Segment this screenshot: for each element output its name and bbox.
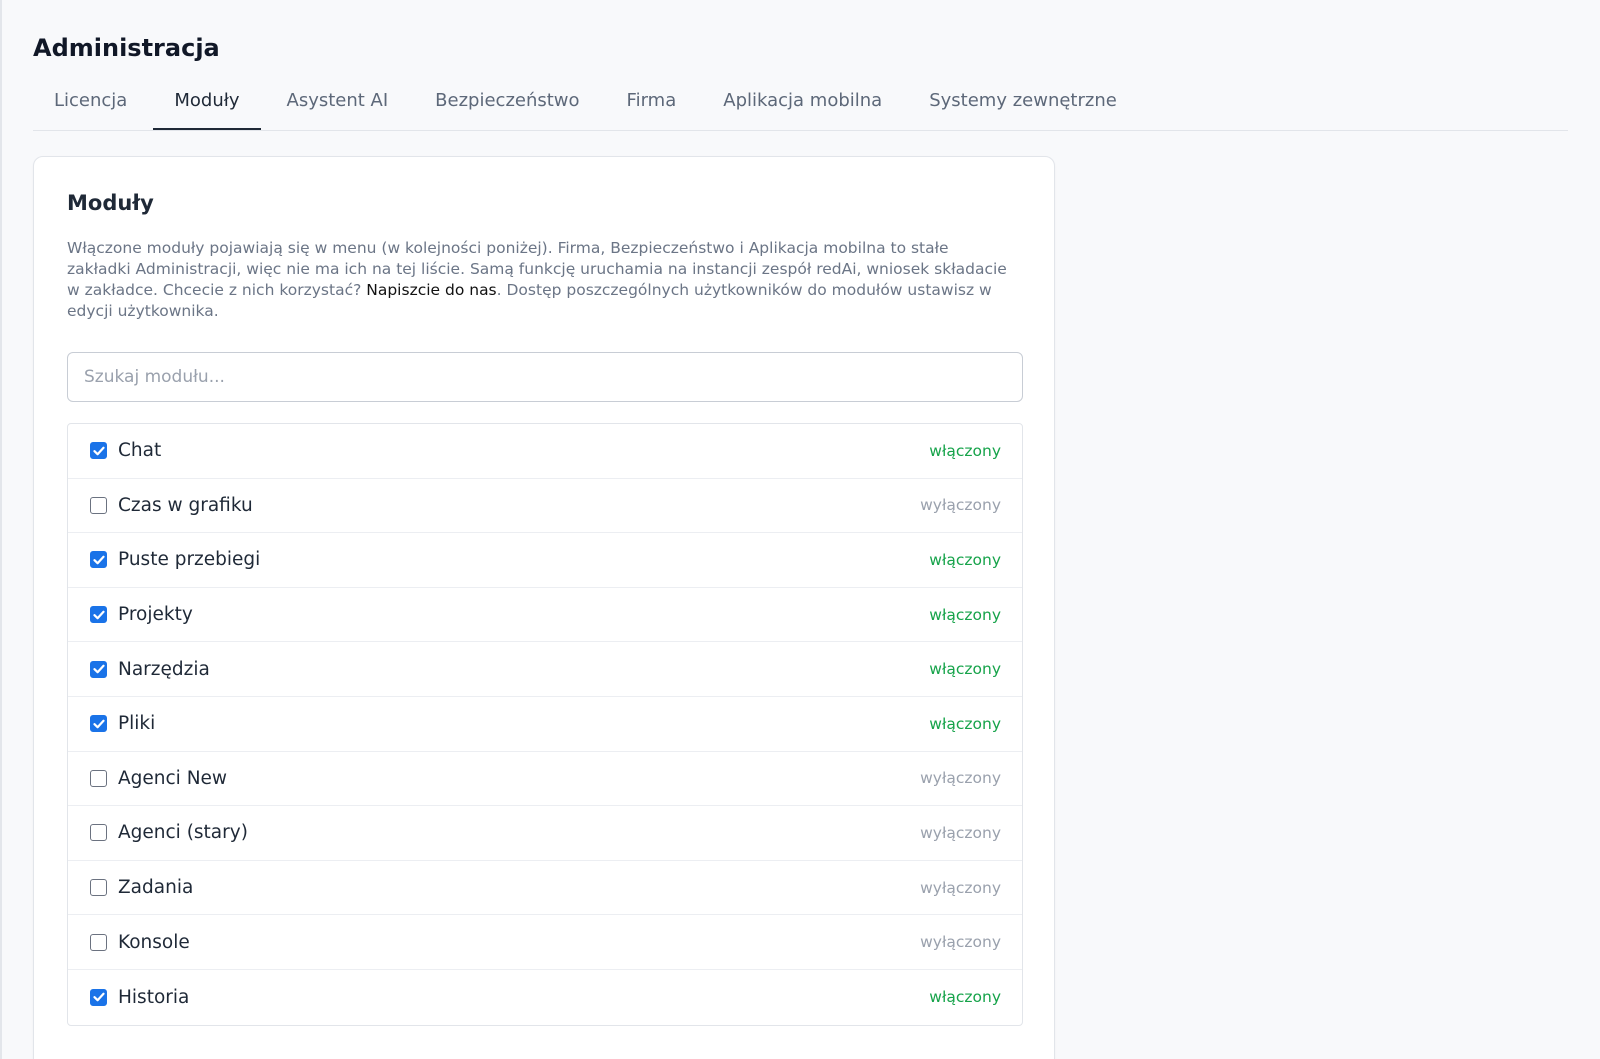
left-border (0, 0, 2, 1059)
module-checkbox[interactable] (90, 988, 107, 1006)
module-checkbox[interactable] (90, 496, 107, 514)
module-row: Narzędzia włączony (68, 642, 1022, 697)
module-name: Zadania (118, 877, 194, 899)
module-name: Chat (118, 440, 162, 462)
module-status: włączony (929, 441, 1001, 460)
checkmark-icon (92, 719, 105, 729)
module-status: włączony (929, 714, 1001, 733)
module-checkbox[interactable] (90, 769, 107, 787)
tab-aplikacja-mobilna[interactable]: Aplikacja mobilna (702, 80, 903, 130)
module-status: wyłączony (920, 878, 1001, 897)
checkmark-icon (92, 610, 105, 620)
module-row: Chat włączony (68, 424, 1022, 479)
module-checkbox[interactable] (90, 933, 107, 951)
module-checkbox[interactable] (90, 715, 107, 733)
module-name: Konsole (118, 931, 190, 953)
tab-systemy-zewnętrzne[interactable]: Systemy zewnętrzne (908, 80, 1138, 130)
module-name: Pliki (118, 713, 156, 735)
module-status: wyłączony (920, 769, 1001, 788)
module-status: włączony (929, 550, 1001, 569)
module-checkbox[interactable] (90, 824, 107, 842)
module-row: Puste przebiegi włączony (68, 533, 1022, 588)
module-checkbox[interactable] (90, 551, 107, 569)
tab-asystent-ai[interactable]: Asystent AI (266, 80, 410, 130)
contact-us-link[interactable]: Napiszcie do nas (366, 281, 496, 299)
module-checkbox[interactable] (90, 879, 107, 897)
checkmark-icon (92, 664, 105, 674)
card-description: Włączone moduły pojawiają się w menu (w … (67, 238, 1012, 322)
module-name: Agenci New (118, 767, 228, 789)
checkmark-icon (92, 446, 105, 456)
module-status: włączony (929, 660, 1001, 679)
admin-page: Administracja Licencja Moduły Asystent AI B… (0, 0, 1600, 1059)
page-title: Administracja (33, 34, 220, 62)
tab-licencja[interactable]: Licencja (33, 80, 148, 130)
module-name: Puste przebiegi (118, 549, 261, 571)
tab-moduły[interactable]: Moduły (153, 80, 261, 130)
module-row: Agenci (stary) wyłączony (68, 806, 1022, 861)
module-status: wyłączony (920, 933, 1001, 952)
checkmark-icon (92, 555, 105, 565)
module-row: Zadania wyłączony (68, 861, 1022, 916)
module-name: Projekty (118, 604, 193, 626)
module-list: Chat włączony Czas w grafiku wyłączony Puste… (67, 423, 1023, 1026)
module-name: Historia (118, 986, 190, 1008)
module-row: Konsole wyłączony (68, 915, 1022, 970)
module-row: Agenci New wyłączony (68, 752, 1022, 807)
module-checkbox[interactable] (90, 660, 107, 678)
module-name: Agenci (stary) (118, 822, 248, 844)
admin-tabs: Licencja Moduły Asystent AI Bezpieczeństwo F… (33, 80, 1568, 131)
module-row: Pliki włączony (68, 697, 1022, 752)
module-checkbox[interactable] (90, 442, 107, 460)
modules-card: Moduły Włączone moduły pojawiają się w m… (33, 156, 1055, 1059)
module-row: Projekty włączony (68, 588, 1022, 643)
module-name: Narzędzia (118, 658, 210, 680)
module-row: Czas w grafiku wyłączony (68, 479, 1022, 534)
card-title: Moduły (67, 191, 154, 215)
module-checkbox[interactable] (90, 606, 107, 624)
tab-firma[interactable]: Firma (606, 80, 698, 130)
module-name: Czas w grafiku (118, 494, 253, 516)
module-status: wyłączony (920, 496, 1001, 515)
module-status: włączony (929, 988, 1001, 1007)
checkmark-icon (92, 992, 105, 1002)
module-row: Historia włączony (68, 970, 1022, 1025)
module-search-input[interactable] (67, 352, 1023, 402)
module-status: włączony (929, 605, 1001, 624)
module-status: wyłączony (920, 823, 1001, 842)
tab-bezpieczeństwo[interactable]: Bezpieczeństwo (414, 80, 600, 130)
